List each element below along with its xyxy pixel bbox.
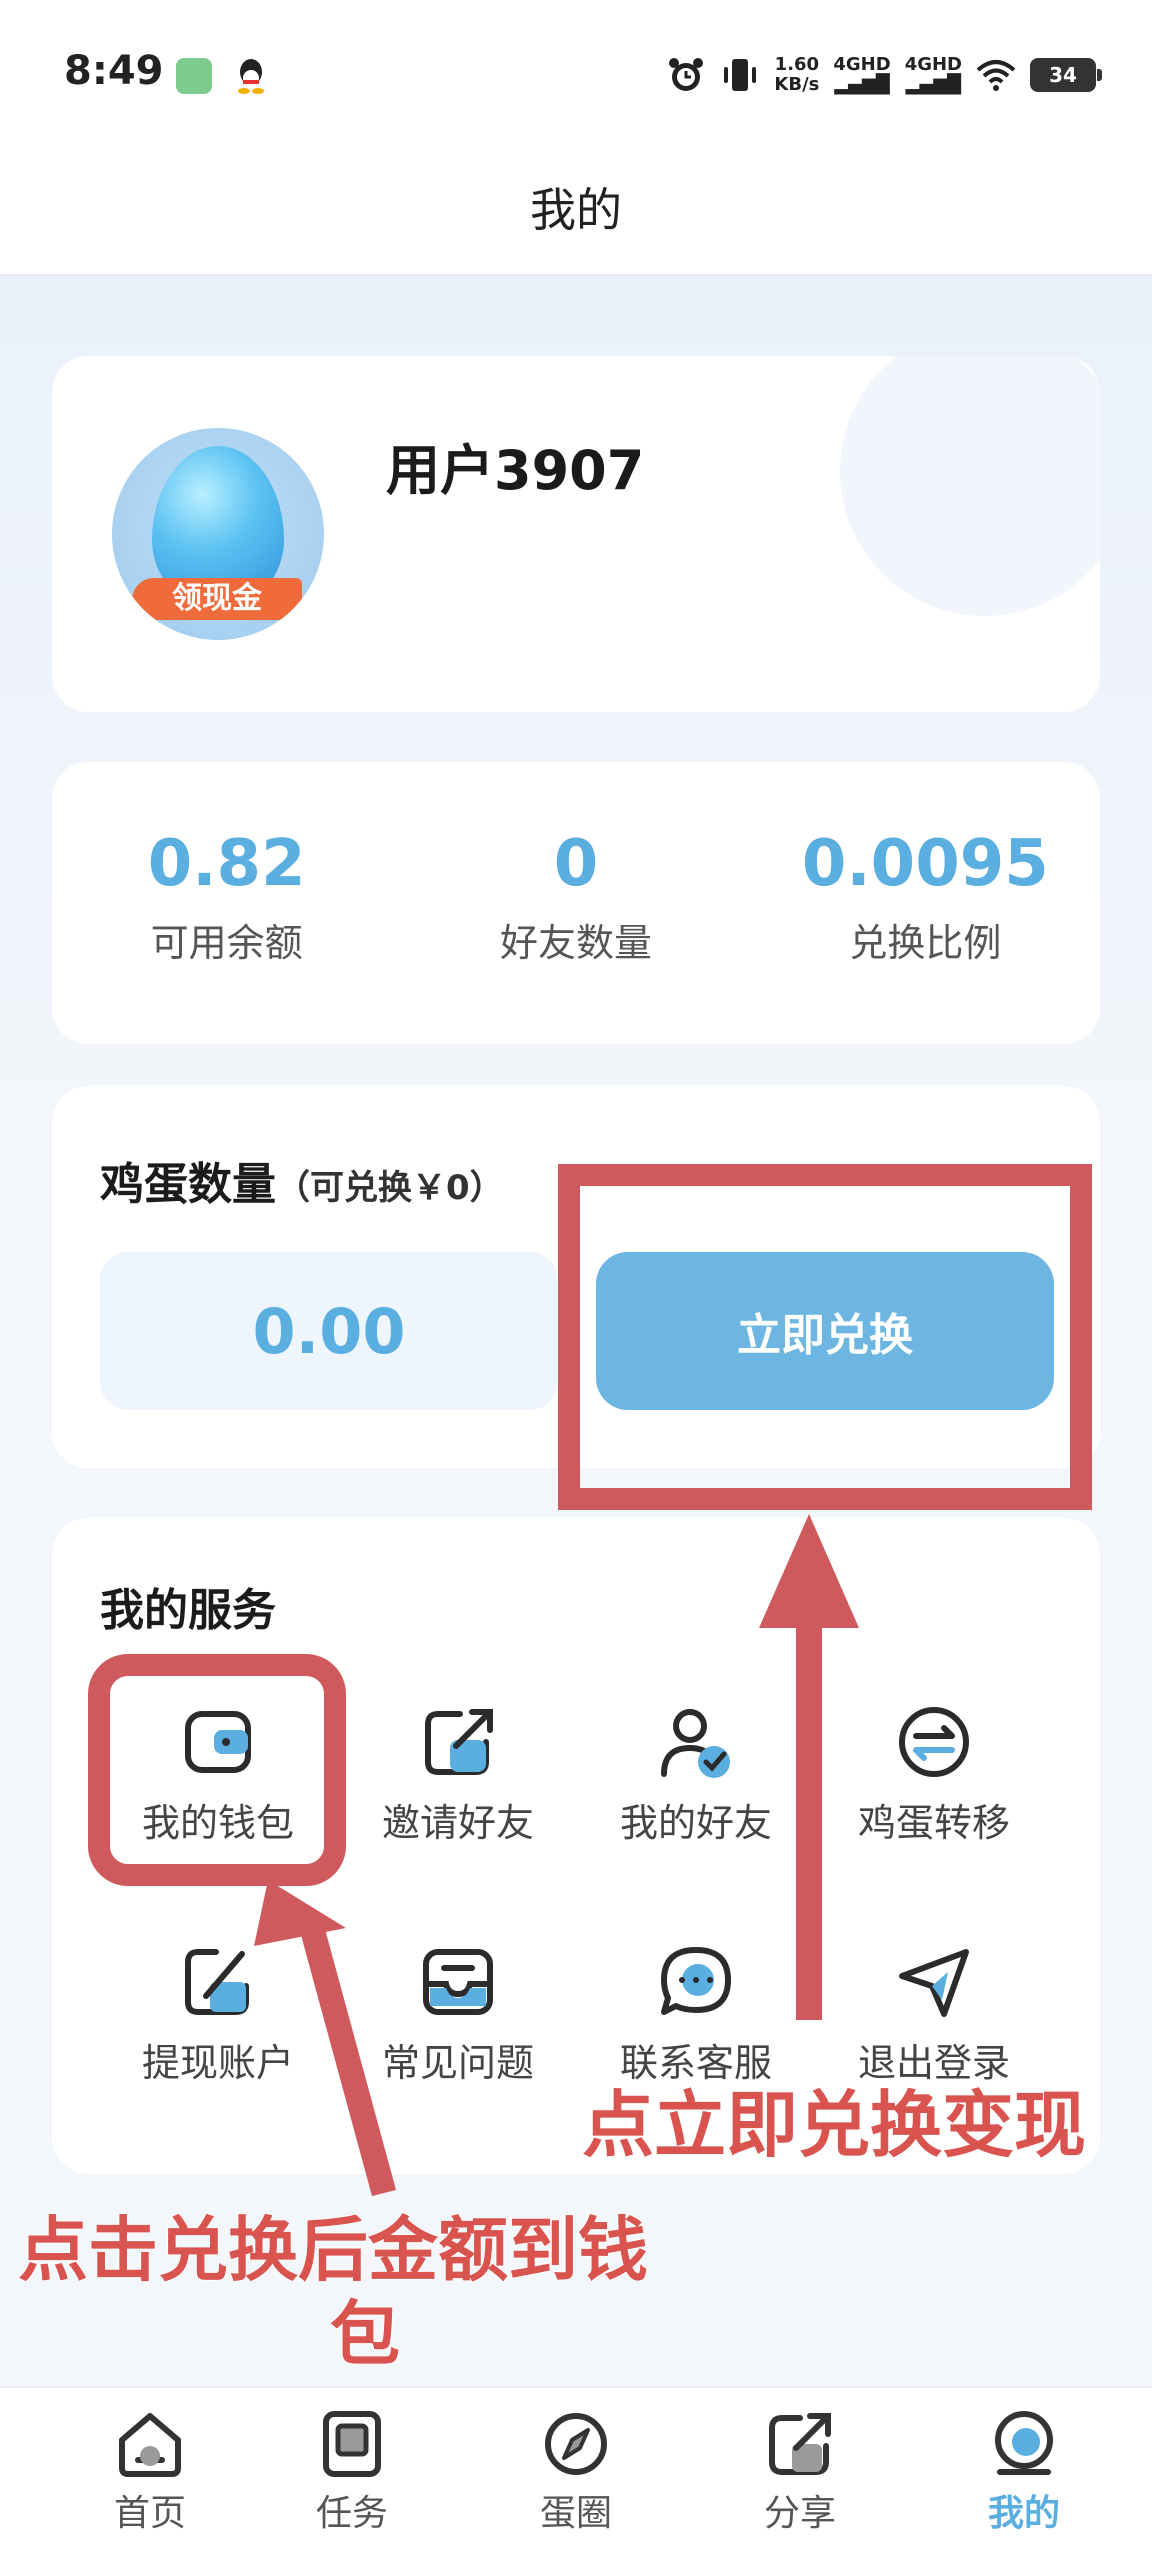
- profile-card[interactable]: 领现金 用户3907: [52, 356, 1100, 712]
- service-transfer[interactable]: 鸡蛋转移: [814, 1700, 1054, 1900]
- decorative-circle: [840, 356, 1100, 616]
- service-label: 邀请好友: [381, 1801, 534, 1845]
- service-withdraw-account[interactable]: 提现账户: [98, 1940, 338, 2140]
- compass-icon: [545, 2413, 607, 2475]
- app-notification-icon: [176, 58, 212, 94]
- nav-mine[interactable]: 我的: [924, 2406, 1124, 2556]
- nav-label: 我的: [987, 2493, 1060, 2534]
- alarm-icon: [669, 58, 704, 91]
- stat-label: 可用余额: [150, 921, 303, 965]
- egg-amount: 0.00: [100, 1252, 558, 1410]
- avatar-badge: 领现金: [132, 578, 302, 620]
- nav-egg-circle[interactable]: 蛋圈: [476, 2406, 676, 2556]
- friends-icon: [661, 1709, 730, 1778]
- annotation-box-wallet: [88, 1654, 346, 1886]
- service-friends[interactable]: 我的好友: [576, 1700, 816, 1900]
- inbox-icon: [423, 1949, 493, 2015]
- services-title: 我的服务: [100, 1585, 276, 1636]
- status-time: 8:49: [64, 48, 164, 94]
- egg-title: 鸡蛋数量（可兑换￥0）: [100, 1159, 504, 1210]
- service-label: 鸡蛋转移: [857, 1801, 1010, 1845]
- stat-ratio[interactable]: 0.0095 兑换比例: [751, 762, 1100, 1044]
- bottom-navigation: 首页 任务 蛋圈 分享 我的: [0, 2386, 1152, 2560]
- task-icon: [323, 2411, 381, 2477]
- annotation-box-exchange: [558, 1164, 1092, 1510]
- network-speed: 1.60 KB/s: [774, 54, 820, 95]
- stat-friends[interactable]: 0 好友数量: [401, 762, 750, 1044]
- signal-2: 4GHD ▂▄▆█: [904, 54, 962, 95]
- service-invite[interactable]: 邀请好友: [338, 1700, 578, 1900]
- edit-icon: [185, 1949, 249, 2015]
- stat-value: 0.0095: [801, 827, 1049, 901]
- home-icon: [119, 2413, 181, 2477]
- page-title: 我的: [530, 183, 622, 237]
- wifi-icon: [976, 60, 1016, 91]
- page-header: 我的: [0, 140, 1152, 276]
- nav-label: 蛋圈: [539, 2493, 612, 2534]
- status-bar: 8:49 1.60 KB/s 4GHD ▂▄▆█ 4GHD ▂▄▆█ 34: [0, 0, 1152, 140]
- service-label: 提现账户: [141, 2041, 294, 2085]
- stat-value: 0: [553, 827, 599, 901]
- nav-tasks[interactable]: 任务: [252, 2406, 452, 2556]
- signal-1: 4GHD ▂▄▆█: [833, 54, 891, 95]
- send-icon: [899, 1949, 969, 2017]
- stat-balance[interactable]: 0.82 可用余额: [52, 762, 401, 1044]
- annotation-wallet-hint-line2: 包: [329, 2292, 401, 2376]
- transfer-icon: [899, 1707, 969, 1777]
- nav-label: 任务: [315, 2493, 388, 2534]
- service-label: 我的好友: [619, 1801, 772, 1845]
- status-indicators: 1.60 KB/s 4GHD ▂▄▆█ 4GHD ▂▄▆█ 34: [666, 50, 1102, 100]
- stat-label: 好友数量: [499, 921, 652, 965]
- username: 用户3907: [386, 439, 645, 502]
- profile-icon: [995, 2411, 1053, 2475]
- share-icon: [425, 1709, 493, 1775]
- service-faq[interactable]: 常见问题: [338, 1940, 578, 2140]
- battery-indicator: 34: [1030, 58, 1102, 92]
- avatar[interactable]: 领现金: [112, 428, 324, 640]
- chat-icon: [661, 1947, 731, 2015]
- stats-card: 0.82 可用余额 0 好友数量 0.0095 兑换比例: [52, 762, 1100, 1044]
- annotation-exchange-hint: 点立即兑换变现: [581, 2082, 1087, 2168]
- nav-label: 分享: [763, 2493, 836, 2534]
- nav-share[interactable]: 分享: [700, 2406, 900, 2556]
- share-icon: [769, 2413, 831, 2475]
- stat-label: 兑换比例: [849, 921, 1002, 965]
- egg-subtitle: （可兑换￥0）: [276, 1168, 504, 1208]
- vibrate-icon: [724, 59, 757, 91]
- nav-home[interactable]: 首页: [50, 2406, 250, 2556]
- qq-icon: [238, 59, 264, 94]
- service-label: 常见问题: [381, 2041, 534, 2085]
- nav-label: 首页: [113, 2493, 186, 2534]
- stat-value: 0.82: [147, 827, 306, 901]
